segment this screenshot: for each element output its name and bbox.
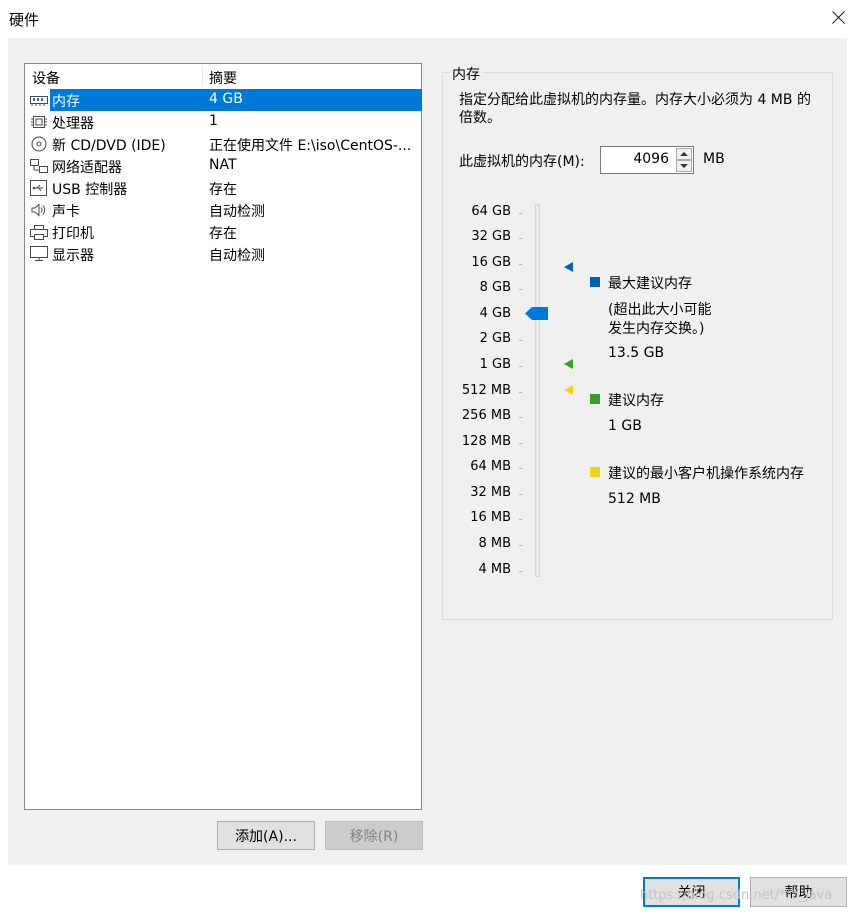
- scale-label: 512 MB: [461, 383, 511, 398]
- device-summary: 存在: [209, 226, 237, 242]
- device-list[interactable]: 设备 摘要 内存 4 GB 处理器 1 新 CD/DVD (IDE) 正在使用文…: [24, 63, 422, 810]
- scale-tick: [519, 468, 522, 469]
- device-row-printer[interactable]: 打印机 存在: [25, 221, 421, 243]
- device-row-usb[interactable]: USB 控制器 存在: [25, 177, 421, 199]
- spin-down-icon[interactable]: [676, 160, 692, 172]
- max-recommended-label: 最大建议内存: [608, 276, 692, 292]
- device-name: 内存: [52, 94, 80, 110]
- device-summary: 存在: [209, 182, 237, 198]
- device-name: 新 CD/DVD (IDE): [52, 138, 166, 154]
- scale-tick: [519, 340, 522, 341]
- scale-tick: [519, 366, 522, 367]
- printer-icon: [30, 225, 48, 240]
- device-name: 处理器: [52, 116, 94, 132]
- device-summary: 自动检测: [209, 204, 265, 220]
- memory-slider-track[interactable]: [535, 204, 540, 577]
- scale-label: 16 GB: [471, 255, 511, 270]
- recommended-marker-icon: [564, 359, 573, 369]
- scale-tick: [519, 289, 522, 290]
- device-row-cpu[interactable]: 处理器 1: [25, 111, 421, 133]
- scale-label: 256 MB: [461, 408, 511, 423]
- memory-icon: [30, 96, 48, 106]
- scale-label: 64 MB: [470, 459, 511, 474]
- device-row-network[interactable]: 网络适配器 NAT: [25, 155, 421, 177]
- scale-label: 8 GB: [479, 280, 511, 295]
- scale-tick: [519, 443, 522, 444]
- device-name: USB 控制器: [52, 182, 128, 198]
- device-name: 显示器: [52, 248, 94, 264]
- device-name: 网络适配器: [52, 160, 122, 176]
- max-recommended-legend-swatch: [590, 277, 600, 287]
- spin-up-icon[interactable]: [676, 148, 692, 160]
- scale-tick: [519, 417, 522, 418]
- column-separator[interactable]: [202, 66, 203, 86]
- scale-tick: [519, 545, 522, 546]
- scale-label: 32 MB: [470, 485, 511, 500]
- remove-button[interactable]: 移除(R): [325, 821, 423, 850]
- close-window-icon[interactable]: [822, 2, 854, 34]
- scale-label: 8 MB: [478, 536, 511, 551]
- memory-field-label: 此虚拟机的内存(M):: [459, 154, 585, 170]
- close-button[interactable]: 关闭: [643, 877, 740, 907]
- device-row-cd-dvd[interactable]: 新 CD/DVD (IDE) 正在使用文件 E:\iso\CentOS-...: [25, 133, 421, 155]
- speaker-icon: [31, 203, 46, 217]
- device-summary: 1: [209, 113, 218, 129]
- device-list-header: 设备 摘要: [25, 64, 421, 88]
- column-header-summary[interactable]: 摘要: [209, 68, 237, 88]
- scale-label: 128 MB: [461, 434, 511, 449]
- cd-dvd-icon: [31, 136, 47, 152]
- min-recommended-label: 建议的最小客户机操作系统内存: [608, 466, 804, 482]
- usb-icon: [30, 180, 47, 196]
- scale-label: 1 GB: [479, 357, 511, 372]
- device-row-sound[interactable]: 声卡 自动检测: [25, 199, 421, 221]
- device-summary: 正在使用文件 E:\iso\CentOS-...: [209, 138, 412, 154]
- device-name: 打印机: [52, 226, 94, 242]
- help-button[interactable]: 帮助: [750, 877, 847, 907]
- device-row-display[interactable]: 显示器 自动检测: [25, 243, 421, 265]
- scale-label: 32 GB: [471, 229, 511, 244]
- max-recommended-value: 13.5 GB: [608, 345, 665, 361]
- network-adapter-icon: [30, 159, 48, 173]
- device-name: 声卡: [52, 204, 80, 220]
- window-title: 硬件: [9, 11, 40, 29]
- memory-unit: MB: [703, 151, 725, 167]
- scale-label: 4 GB: [479, 306, 511, 321]
- min-recommended-marker-icon: [564, 385, 573, 395]
- add-button[interactable]: 添加(A)...: [217, 821, 315, 850]
- device-summary: 4 GB: [209, 91, 243, 107]
- recommended-legend-swatch: [590, 394, 600, 404]
- scale-tick: [519, 494, 522, 495]
- scale-tick: [519, 213, 522, 214]
- scale-label: 16 MB: [470, 510, 511, 525]
- device-row-memory[interactable]: 内存 4 GB: [25, 89, 422, 111]
- max-recommended-note: (超出此大小可能: [608, 302, 712, 318]
- max-recommended-marker-icon: [564, 262, 573, 272]
- scale-tick: [519, 392, 522, 393]
- scale-tick: [519, 238, 522, 239]
- recommended-label: 建议内存: [608, 393, 664, 409]
- recommended-value: 1 GB: [608, 418, 642, 434]
- min-recommended-value: 512 MB: [608, 491, 661, 507]
- scale-tick: [519, 571, 522, 572]
- cpu-icon: [31, 116, 47, 128]
- column-header-device[interactable]: 设备: [32, 68, 60, 88]
- scale-label: 4 MB: [478, 562, 511, 577]
- device-summary: NAT: [209, 157, 237, 173]
- device-summary: 自动检测: [209, 248, 265, 264]
- scale-tick: [519, 264, 522, 265]
- scale-label: 64 GB: [471, 204, 511, 219]
- memory-input[interactable]: 4096: [633, 151, 669, 167]
- memory-description: 指定分配给此虚拟机的内存量。内存大小必须为 4 MB 的倍数。: [459, 92, 811, 126]
- monitor-icon: [30, 246, 48, 261]
- memory-group-title: 内存: [450, 64, 482, 84]
- max-recommended-note: 发生内存交换。): [608, 321, 705, 337]
- min-recommended-legend-swatch: [590, 467, 600, 477]
- scale-label: 2 GB: [479, 331, 511, 346]
- scale-tick: [519, 519, 522, 520]
- title-bar: 硬件: [0, 0, 858, 38]
- memory-spinbox[interactable]: 4096: [600, 146, 694, 174]
